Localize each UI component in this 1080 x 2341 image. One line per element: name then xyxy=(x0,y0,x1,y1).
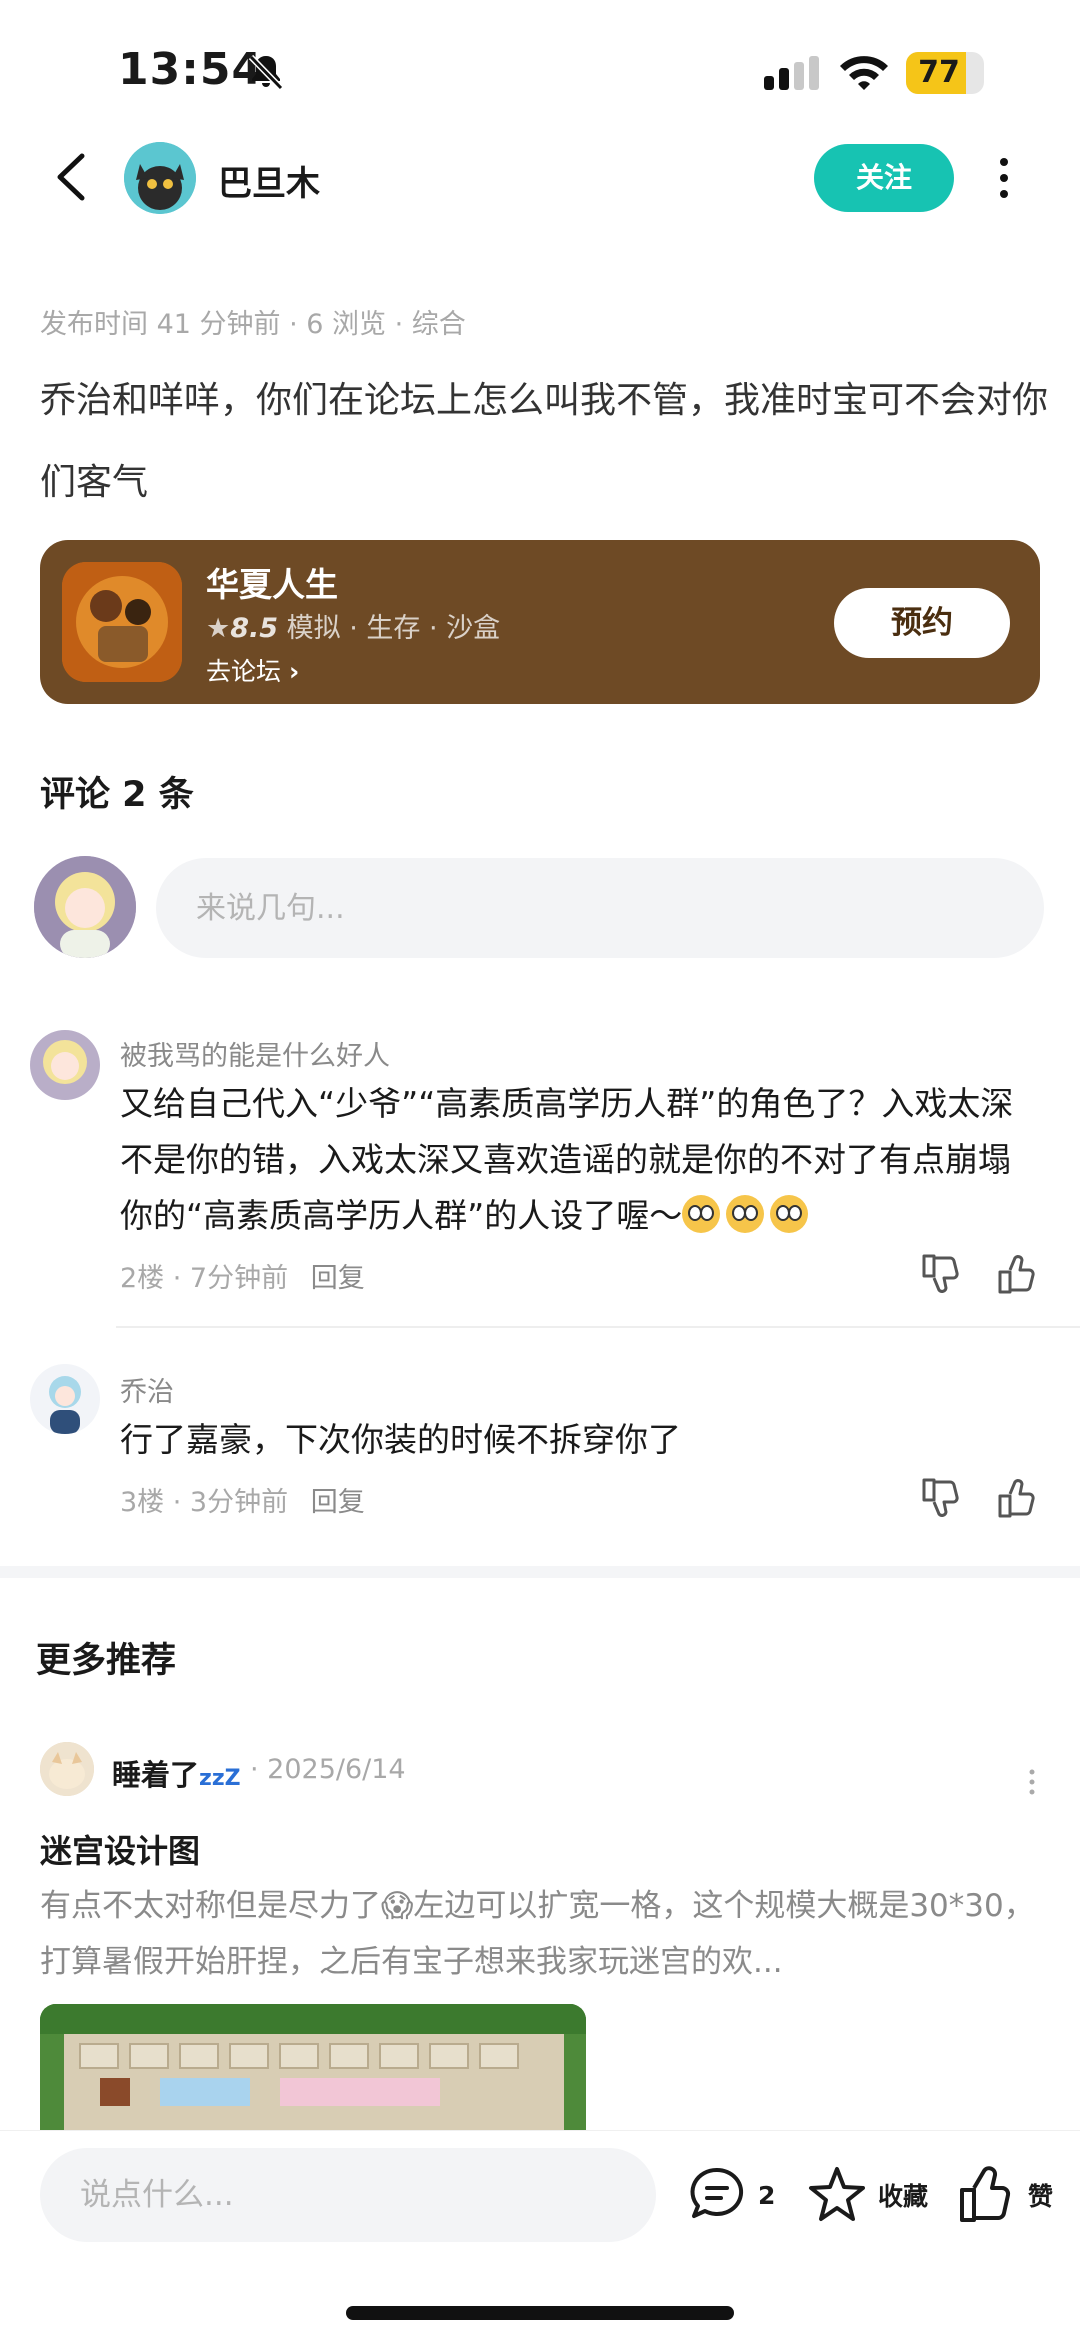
post-body: 乔治和咩咩，你们在论坛上怎么叫我不管，我准时宝可不会对你们客气 xyxy=(40,380,1049,503)
author-name[interactable]: 巴旦木 xyxy=(218,156,320,205)
recommend-post-title[interactable]: 迷宫设计图 xyxy=(40,1826,200,1872)
game-card[interactable]: 华夏人生 ★8.5 模拟 · 生存 · 沙盒 去论坛 › 预约 xyxy=(40,540,1040,704)
like-icon xyxy=(960,2166,1011,2222)
favorite-label: 收藏 xyxy=(878,2182,929,2211)
comment-meta: 3楼 · 3分钟前 回复 xyxy=(120,1480,365,1519)
comment-floor-time: 2楼 · 7分钟前 xyxy=(120,1263,289,1294)
comment-divider xyxy=(116,1326,1080,1328)
recommend-post-image[interactable] xyxy=(40,2004,586,2130)
more-vertical-icon[interactable] xyxy=(1028,1768,1036,1796)
dizzy-emoji-icon xyxy=(726,1195,765,1233)
section-separator xyxy=(0,1566,1080,1578)
more-vertical-icon[interactable] xyxy=(996,156,1012,200)
status-time: 13:54 xyxy=(118,44,264,95)
comment-floor-time: 3楼 · 3分钟前 xyxy=(120,1487,289,1518)
follow-button[interactable]: 关注 xyxy=(814,144,954,212)
game-forum-link[interactable]: 去论坛 › xyxy=(206,652,299,688)
reserve-button[interactable]: 预约 xyxy=(834,588,1010,658)
thumbs-down-icon[interactable] xyxy=(918,1252,962,1296)
reply-button[interactable]: 回复 xyxy=(311,1263,365,1294)
recommend-author-label: 睡着了 xyxy=(112,1758,200,1792)
commenter-avatar[interactable] xyxy=(30,1364,100,1434)
author-avatar[interactable] xyxy=(124,142,196,214)
comment-input[interactable] xyxy=(156,858,1044,958)
comment-text-body: 又给自己代入“少爷”“高素质高学历人群”的角色了？入戏太深不是你的错，入戏太深又… xyxy=(120,1084,1014,1235)
comment-icon xyxy=(690,2167,744,2218)
comment-count: 2 xyxy=(758,2180,776,2210)
status-bar: 13:54 77 xyxy=(0,0,1080,140)
thumbs-up-icon[interactable] xyxy=(994,1476,1038,1520)
thumbs-up-icon[interactable] xyxy=(994,1252,1038,1296)
thumbs-down-icon[interactable] xyxy=(918,1476,962,1520)
battery-percent: 77 xyxy=(918,55,960,90)
battery-indicator: 77 xyxy=(906,52,984,94)
game-rating: 8.5 xyxy=(230,613,279,644)
favorite-button[interactable]: 收藏 xyxy=(806,2162,928,2228)
like-label: 赞 xyxy=(1028,2182,1054,2211)
bottom-comment-input[interactable] xyxy=(40,2148,656,2242)
star-icon: ★ xyxy=(206,613,231,644)
commenter-name[interactable]: 被我骂的能是什么好人 xyxy=(120,1034,390,1073)
like-button[interactable]: 赞 xyxy=(956,2162,1053,2228)
dizzy-emoji-icon xyxy=(682,1195,721,1233)
comments-title: 评论 2 条 xyxy=(40,775,194,815)
recommend-date: · 2025/6/14 xyxy=(250,1754,406,1785)
back-icon[interactable] xyxy=(52,152,92,202)
commenter-name[interactable]: 乔治 xyxy=(120,1370,174,1409)
chevron-right-icon: › xyxy=(288,657,300,686)
favorite-star-icon xyxy=(809,2167,865,2221)
dizzy-emoji-icon xyxy=(770,1195,809,1233)
comment-text: 又给自己代入“少爷”“高素质高学历人群”的角色了？入戏太深不是你的错，入戏太深又… xyxy=(120,1076,1040,1244)
comment-text: 行了嘉豪，下次你装的时候不拆穿你了 xyxy=(120,1420,681,1459)
reply-button[interactable]: 回复 xyxy=(311,1487,365,1518)
recommend-author-avatar[interactable] xyxy=(40,1742,94,1796)
commenter-avatar[interactable] xyxy=(30,1030,100,1100)
my-avatar xyxy=(34,856,136,958)
post-meta: 发布时间 41 分钟前 · 6 浏览 · 综合 xyxy=(40,309,466,340)
game-title: 华夏人生 xyxy=(206,565,338,604)
sleep-icon: zzZ xyxy=(199,1766,241,1791)
signal-icon xyxy=(764,56,819,90)
comment-button[interactable]: 2 xyxy=(686,2162,775,2228)
game-tags: ★8.5 模拟 · 生存 · 沙盒 xyxy=(206,606,500,645)
bell-off-icon xyxy=(248,54,284,91)
wifi-icon xyxy=(840,56,888,90)
game-tag-list: 模拟 · 生存 · 沙盒 xyxy=(286,613,501,644)
game-icon xyxy=(62,562,182,682)
recommend-author-name[interactable]: 睡着了zzZ xyxy=(112,1752,241,1794)
home-indicator[interactable] xyxy=(346,2306,734,2320)
recommend-post-desc[interactable]: 有点不太对称但是尽力了😱左边可以扩宽一格，这个规模大概是30*30，打算暑假开始… xyxy=(40,1878,1040,1990)
comment-meta: 2楼 · 7分钟前 回复 xyxy=(120,1256,365,1295)
forum-link-label: 去论坛 xyxy=(206,657,282,686)
more-recommend-title: 更多推荐 xyxy=(36,1641,177,1681)
